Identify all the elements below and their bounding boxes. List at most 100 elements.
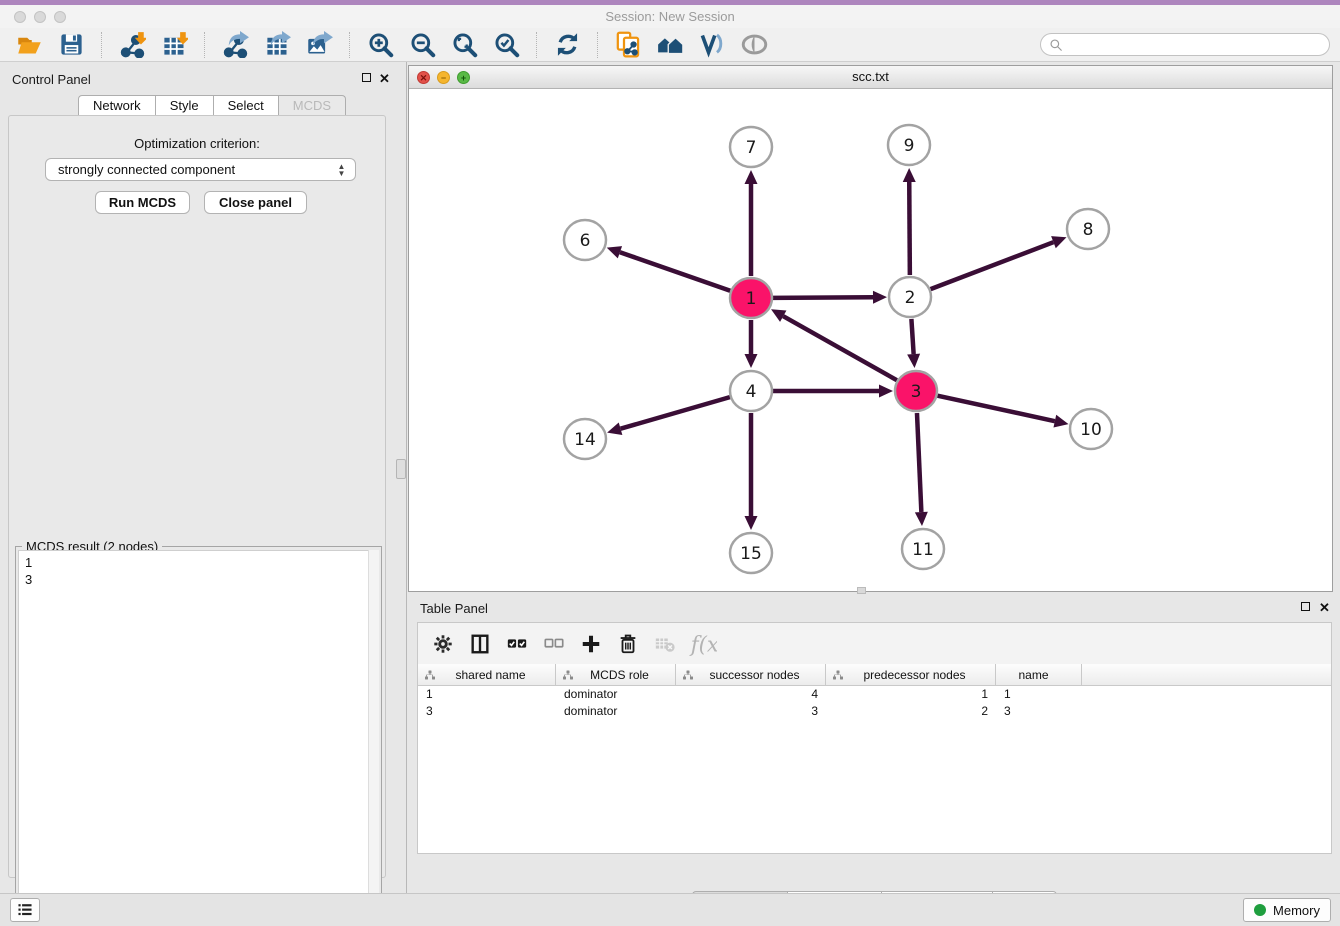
clone-network-button[interactable] xyxy=(607,30,649,60)
cell-successor-nodes: 3 xyxy=(676,703,826,720)
splitter-handle[interactable] xyxy=(396,459,406,479)
apply-style-button[interactable] xyxy=(691,30,733,60)
task-history-button[interactable] xyxy=(10,898,40,922)
table-row[interactable]: 1dominator411 xyxy=(418,686,1331,703)
deselect-all-button[interactable] xyxy=(535,629,572,659)
memory-status-icon xyxy=(1254,904,1266,916)
zoom-in-button[interactable] xyxy=(359,30,401,60)
column-header-shared-name[interactable]: shared name xyxy=(418,664,556,685)
node-label-14: 14 xyxy=(574,430,596,450)
edge-2-3[interactable] xyxy=(911,319,913,354)
edge-1-2[interactable] xyxy=(773,297,873,298)
tab-select[interactable]: Select xyxy=(213,95,278,116)
tab-network[interactable]: Network xyxy=(78,95,155,116)
float-panel-icon[interactable] xyxy=(362,71,371,85)
node-label-7: 7 xyxy=(746,138,757,158)
zoom-fit-button[interactable] xyxy=(443,30,485,60)
window-title: Session: New Session xyxy=(0,5,1340,28)
column-type-icon xyxy=(562,669,574,681)
delete-row-button[interactable] xyxy=(609,629,646,659)
optimization-criterion-label: Optimization criterion: xyxy=(9,136,385,151)
gear-button[interactable] xyxy=(424,629,461,659)
memory-button[interactable]: Memory xyxy=(1243,898,1331,922)
save-button[interactable] xyxy=(50,30,92,60)
export-network-button[interactable] xyxy=(214,30,256,60)
tab-mcds[interactable]: MCDS xyxy=(278,95,346,116)
open-folder-button[interactable] xyxy=(8,30,50,60)
table-toolbar: f(x) xyxy=(418,623,1331,664)
edge-arrowhead xyxy=(873,291,887,304)
table-float-panel-icon[interactable] xyxy=(1301,600,1310,614)
svg-text:f(x): f(x) xyxy=(688,632,716,657)
network-window-resize-handle[interactable] xyxy=(857,587,866,594)
export-network-icon xyxy=(222,31,249,58)
add-row-icon xyxy=(580,633,602,655)
import-network-icon xyxy=(119,31,146,58)
cell-predecessor-nodes: 1 xyxy=(826,686,996,703)
table-close-panel-icon[interactable]: ✕ xyxy=(1319,600,1330,616)
edge-arrowhead xyxy=(745,170,758,184)
zoom-selected-button[interactable] xyxy=(485,30,527,60)
edge-arrowhead xyxy=(607,422,622,434)
save-icon xyxy=(58,31,85,58)
edge-arrowhead xyxy=(879,385,893,398)
column-type-icon xyxy=(832,669,844,681)
toolbar-separator xyxy=(536,32,537,58)
delete-row-icon xyxy=(617,633,639,655)
home-icon xyxy=(657,31,684,58)
run-mcds-button[interactable]: Run MCDS xyxy=(95,191,190,214)
add-row-button[interactable] xyxy=(572,629,609,659)
minimize-window-button[interactable] xyxy=(34,11,46,23)
export-table-button[interactable] xyxy=(256,30,298,60)
close-panel-icon[interactable]: ✕ xyxy=(379,71,390,87)
export-image-button[interactable] xyxy=(298,30,340,60)
import-network-button[interactable] xyxy=(111,30,153,60)
import-table-button[interactable] xyxy=(153,30,195,60)
search-input[interactable] xyxy=(1063,38,1321,52)
edge-3-1[interactable] xyxy=(783,316,897,380)
edge-2-8[interactable] xyxy=(931,242,1054,289)
export-table-icon xyxy=(264,31,291,58)
maximize-window-button[interactable] xyxy=(54,11,66,23)
column-type-icon xyxy=(424,669,436,681)
network-close-button[interactable]: ✕ xyxy=(417,71,430,84)
column-header-successor-nodes[interactable]: successor nodes xyxy=(676,664,826,685)
show-hide-button[interactable] xyxy=(733,30,775,60)
edge-2-9[interactable] xyxy=(909,182,910,275)
edge-3-11[interactable] xyxy=(917,413,921,512)
column-label: predecessor nodes xyxy=(844,668,995,682)
home-button[interactable] xyxy=(649,30,691,60)
select-all-icon xyxy=(506,633,528,655)
node-label-3: 3 xyxy=(911,382,922,402)
columns-button[interactable] xyxy=(461,629,498,659)
search-box[interactable] xyxy=(1040,33,1330,56)
list-icon xyxy=(16,902,34,918)
node-label-6: 6 xyxy=(580,231,591,251)
edge-arrowhead xyxy=(745,354,758,368)
apply-style-icon xyxy=(699,31,726,58)
edge-4-14[interactable] xyxy=(621,397,730,429)
edge-3-10[interactable] xyxy=(937,396,1054,421)
node-label-9: 9 xyxy=(904,136,915,156)
network-graph-canvas[interactable]: 7968124314101511 xyxy=(409,89,1332,591)
columns-icon xyxy=(469,633,491,655)
table-row[interactable]: 3dominator323 xyxy=(418,703,1331,720)
zoom-out-button[interactable] xyxy=(401,30,443,60)
network-minimize-button[interactable]: − xyxy=(437,71,450,84)
select-all-button[interactable] xyxy=(498,629,535,659)
edge-1-6[interactable] xyxy=(620,252,730,291)
network-title: scc.txt xyxy=(409,66,1332,88)
column-header-name[interactable]: name xyxy=(996,664,1082,685)
tab-style[interactable]: Style xyxy=(155,95,213,116)
close-panel-button[interactable]: Close panel xyxy=(204,191,307,214)
open-folder-icon xyxy=(16,31,43,58)
close-window-button[interactable] xyxy=(14,11,26,23)
column-header-predecessor-nodes[interactable]: predecessor nodes xyxy=(826,664,996,685)
result-scrollbar[interactable] xyxy=(368,550,379,920)
column-label: name xyxy=(996,668,1081,682)
refresh-button[interactable] xyxy=(546,30,588,60)
network-maximize-button[interactable]: + xyxy=(457,71,470,84)
cell-successor-nodes: 4 xyxy=(676,686,826,703)
criterion-select[interactable]: strongly connected component ▲▼ xyxy=(45,158,356,181)
column-header-MCDS-role[interactable]: MCDS role xyxy=(556,664,676,685)
